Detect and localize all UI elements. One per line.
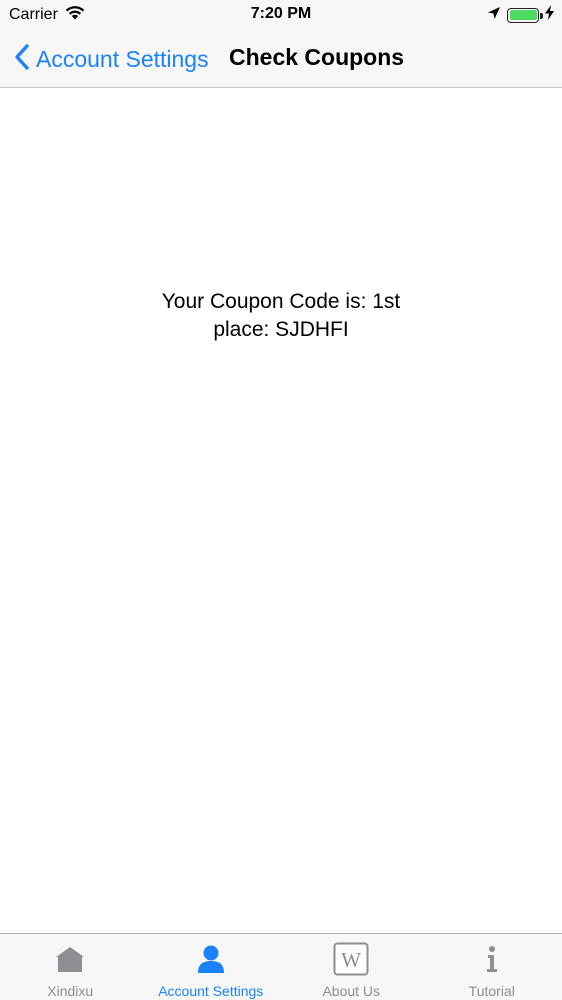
battery-cap: [540, 12, 543, 19]
navigation-bar: Account Settings Check Coupons: [0, 30, 562, 88]
status-time: 7:20 PM: [250, 5, 312, 22]
tab-label: Account Settings: [158, 983, 264, 999]
status-bar: Carrier 7:20 PM: [0, 0, 562, 30]
location-arrow-icon: [487, 6, 501, 25]
coupon-code-text: Your Coupon Code is: 1st place: SJDHFI: [161, 290, 401, 341]
battery-level: [509, 10, 537, 20]
tab-label: Tutorial: [468, 983, 515, 999]
charging-bolt-icon: [545, 5, 554, 25]
chevron-left-icon: [14, 43, 30, 76]
tab-tutorial[interactable]: Tutorial: [422, 934, 562, 1000]
info-icon: [485, 942, 499, 976]
main-content: Your Coupon Code is: 1st place: SJDHFI: [0, 88, 562, 933]
screen: Carrier 7:20 PM Account Settings Check C…: [0, 0, 562, 1000]
battery-icon: [507, 7, 543, 23]
tab-about-us[interactable]: W About Us: [281, 934, 422, 1000]
tab-account-settings[interactable]: Account Settings: [141, 934, 282, 1000]
page-title: Check Coupons: [229, 44, 405, 70]
person-icon: [197, 942, 225, 976]
back-button[interactable]: Account Settings: [14, 42, 209, 76]
tab-label: Xindixu: [47, 983, 94, 999]
status-right: [487, 5, 554, 25]
svg-text:W: W: [341, 948, 361, 972]
tab-label: About Us: [322, 983, 381, 999]
home-icon: [55, 942, 85, 976]
tab-xindixu[interactable]: Xindixu: [0, 934, 141, 1000]
wikipedia-icon: W: [333, 942, 369, 976]
back-button-label: Account Settings: [36, 45, 209, 72]
tab-bar: Xindixu Account Settings W About Us Tuto…: [0, 933, 562, 1000]
